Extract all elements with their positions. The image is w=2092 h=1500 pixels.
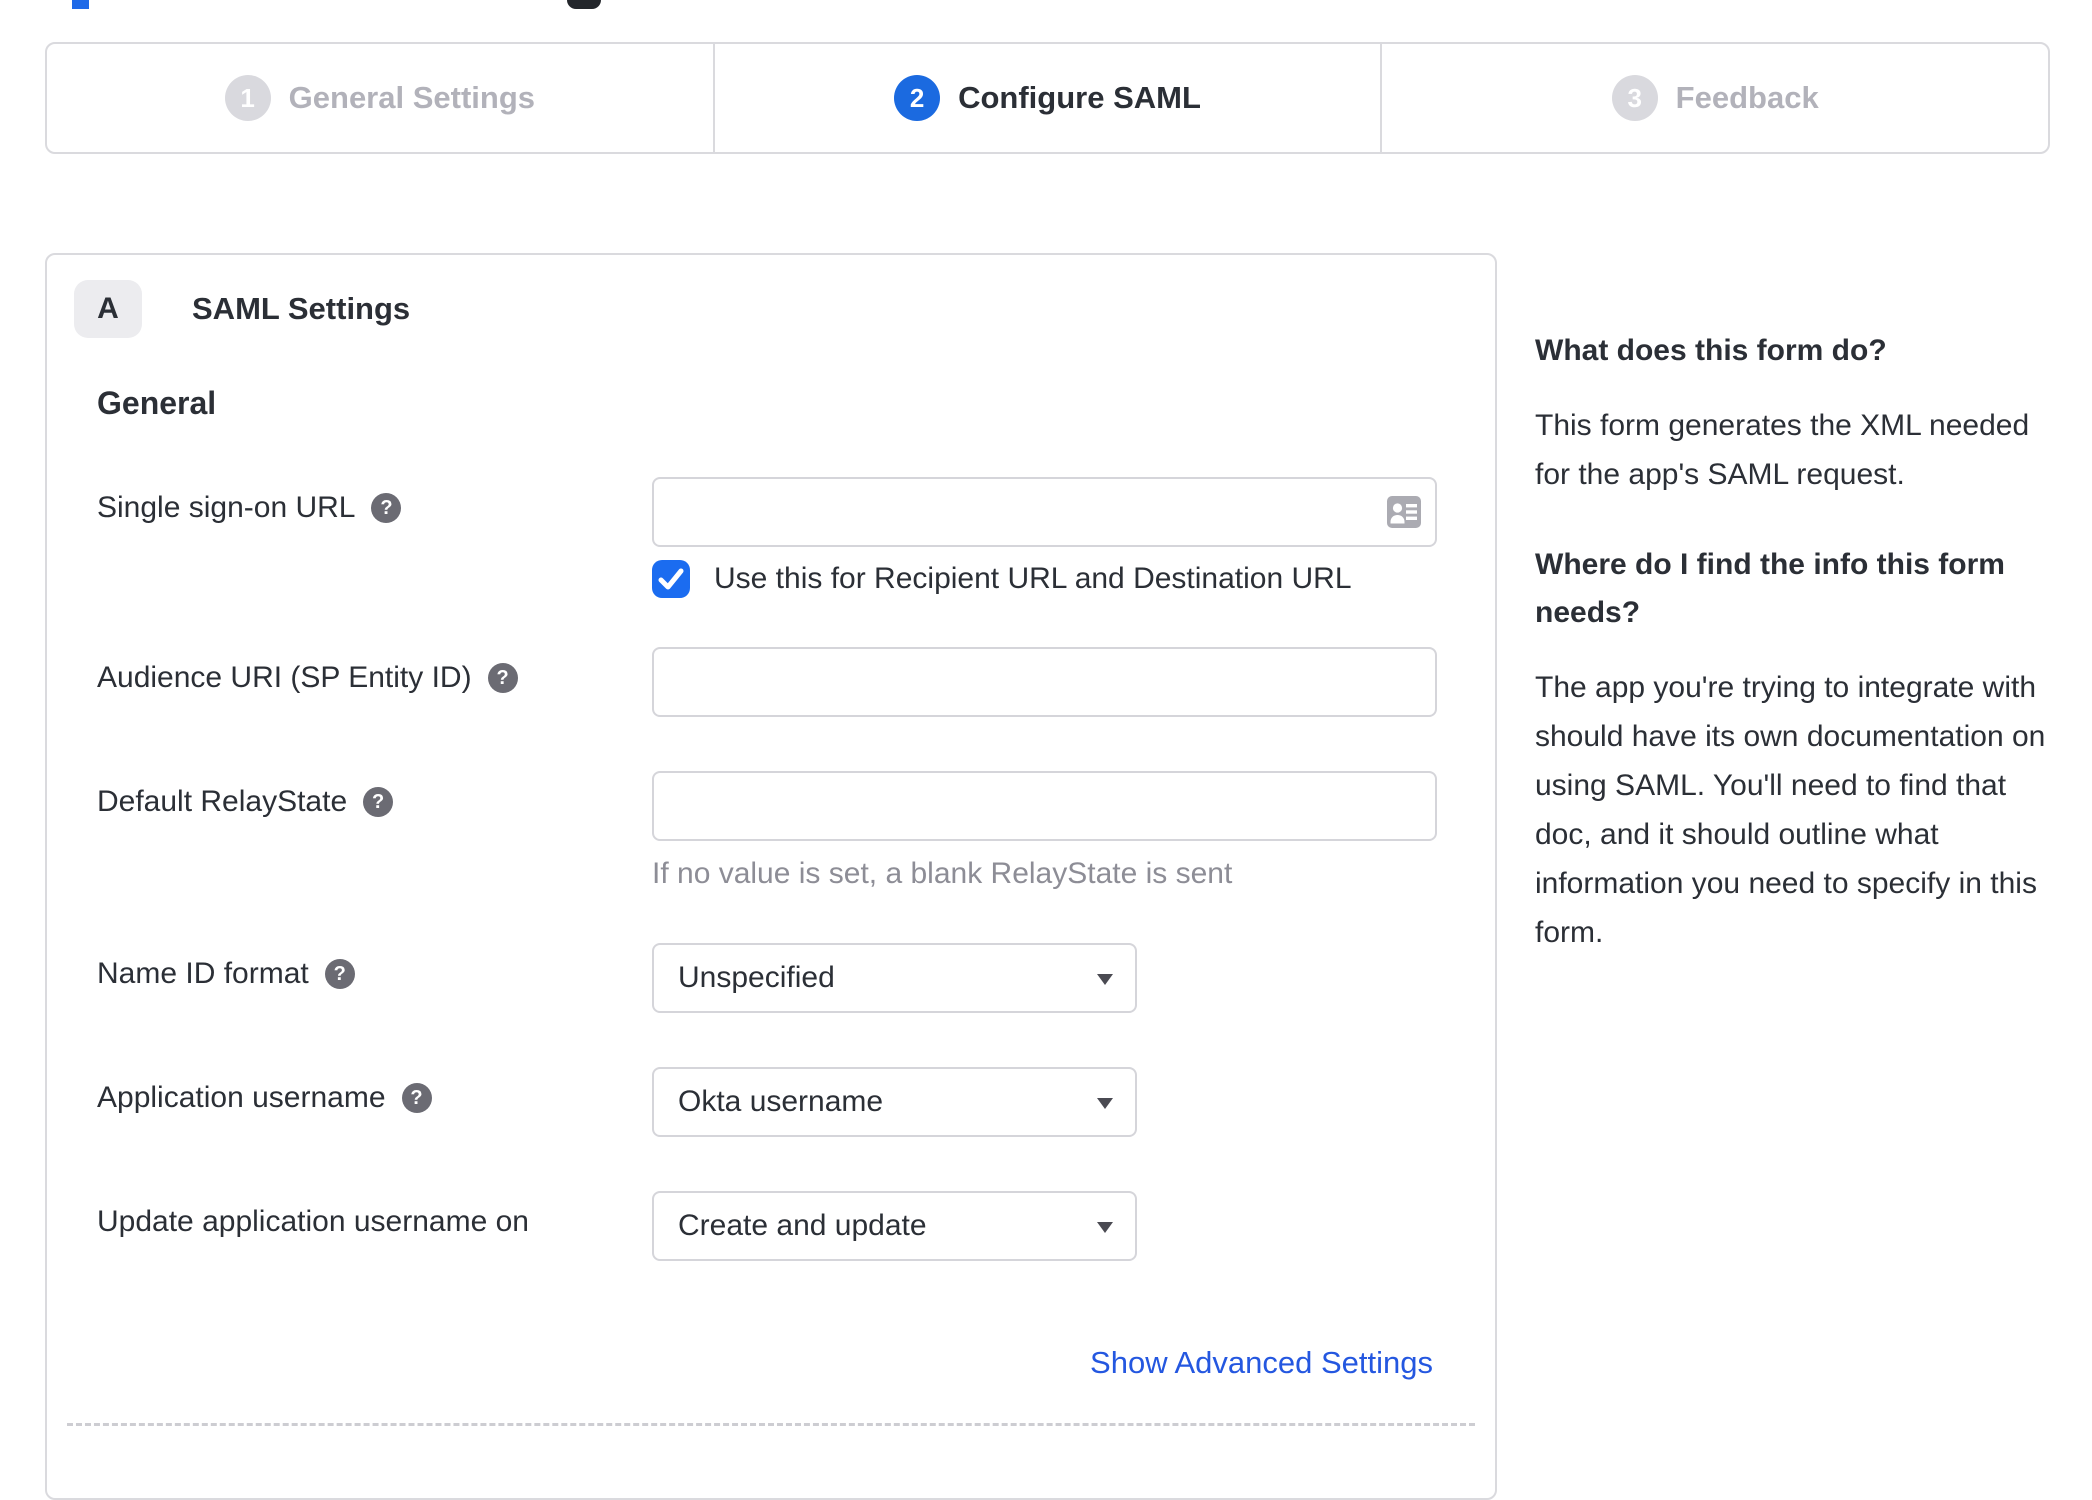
update-username-value: Create and update	[678, 1209, 927, 1242]
relaystate-label-wrap: Default RelayState ?	[97, 771, 652, 819]
recipient-url-checkbox[interactable]	[652, 560, 690, 598]
help-body-what: This form generates the XML needed for t…	[1535, 409, 2030, 491]
name-id-format-help-icon[interactable]: ?	[324, 959, 355, 989]
step-2-label: Configure SAML	[958, 80, 1201, 115]
update-username-select[interactable]: Create and update	[652, 1191, 1137, 1261]
cutoff-blue-fragment	[72, 0, 89, 9]
panel-title: SAML Settings	[192, 291, 411, 326]
audience-uri-input[interactable]	[652, 647, 1437, 717]
relaystate-hint: If no value is set, a blank RelayState i…	[652, 857, 1233, 890]
saml-settings-panel: A SAML Settings General Single sign-on U…	[45, 253, 1497, 1500]
sso-url-input-wrap	[652, 477, 1437, 547]
update-username-row: Update application username on Create an…	[97, 1191, 1137, 1261]
step-feedback[interactable]: 3 Feedback	[1380, 44, 2048, 152]
chevron-down-icon	[1097, 1098, 1113, 1109]
general-section-title: General	[97, 385, 217, 421]
audience-uri-input-wrap	[652, 647, 1437, 717]
sso-url-row: Single sign-on URL ?	[97, 477, 1437, 547]
application-username-value: Okta username	[678, 1085, 884, 1118]
help-heading-what: What does this form do?	[1535, 334, 1887, 367]
sso-url-help-icon[interactable]: ?	[371, 493, 402, 523]
step-1-number: 1	[224, 75, 271, 121]
id-card-icon[interactable]	[1387, 496, 1421, 533]
name-id-format-select[interactable]: Unspecified	[652, 943, 1137, 1013]
help-body-where: The app you're trying to integrate with …	[1535, 671, 2046, 949]
step-2-number: 2	[894, 75, 941, 121]
application-username-help-icon[interactable]: ?	[401, 1083, 432, 1113]
relaystate-control: If no value is set, a blank RelayState i…	[652, 771, 1437, 891]
relaystate-help-icon[interactable]: ?	[363, 787, 394, 817]
help-heading-where: Where do I find the info this form needs…	[1535, 548, 2005, 629]
update-username-label: Update application username on	[97, 1205, 529, 1238]
application-username-row: Application username ? Okta username	[97, 1067, 1137, 1137]
update-username-label-wrap: Update application username on	[97, 1191, 652, 1239]
help-sidebar: What does this form do? This form genera…	[1535, 327, 2047, 999]
sso-url-label: Single sign-on URL	[97, 491, 356, 524]
step-3-number: 3	[1611, 75, 1658, 121]
recipient-url-checkbox-row: Use this for Recipient URL and Destinati…	[652, 560, 1352, 598]
step-1-label: General Settings	[288, 80, 536, 115]
application-username-label: Application username	[97, 1081, 386, 1114]
audience-uri-row: Audience URI (SP Entity ID) ?	[97, 647, 1437, 717]
section-a-badge: A	[74, 280, 142, 338]
application-username-select[interactable]: Okta username	[652, 1067, 1137, 1137]
recipient-url-checkbox-label[interactable]: Use this for Recipient URL and Destinati…	[714, 562, 1352, 596]
audience-uri-label: Audience URI (SP Entity ID)	[97, 661, 472, 694]
audience-uri-help-icon[interactable]: ?	[487, 663, 518, 693]
audience-uri-label-wrap: Audience URI (SP Entity ID) ?	[97, 647, 652, 695]
relaystate-input[interactable]	[652, 771, 1437, 841]
relaystate-label: Default RelayState	[97, 785, 348, 818]
step-general-settings[interactable]: 1 General Settings	[47, 44, 713, 152]
relaystate-row: Default RelayState ? If no value is set,…	[97, 771, 1437, 891]
panel-header: A SAML Settings	[74, 280, 410, 338]
name-id-format-label: Name ID format	[97, 957, 309, 990]
step-configure-saml[interactable]: 2 Configure SAML	[712, 44, 1381, 152]
relaystate-input-wrap	[652, 771, 1437, 841]
cutoff-dark-fragment	[567, 0, 601, 9]
name-id-format-value: Unspecified	[678, 961, 835, 994]
sso-url-input[interactable]	[652, 477, 1437, 547]
step-3-label: Feedback	[1675, 80, 1819, 115]
chevron-down-icon	[1097, 1222, 1113, 1233]
name-id-format-row: Name ID format ? Unspecified	[97, 943, 1137, 1013]
sso-url-label-wrap: Single sign-on URL ?	[97, 477, 652, 525]
chevron-down-icon	[1097, 974, 1113, 985]
wizard-stepper: 1 General Settings 2 Configure SAML 3 Fe…	[45, 42, 2050, 154]
name-id-format-label-wrap: Name ID format ?	[97, 943, 652, 991]
application-username-label-wrap: Application username ?	[97, 1067, 652, 1115]
show-advanced-settings-link[interactable]: Show Advanced Settings	[1090, 1345, 1433, 1381]
